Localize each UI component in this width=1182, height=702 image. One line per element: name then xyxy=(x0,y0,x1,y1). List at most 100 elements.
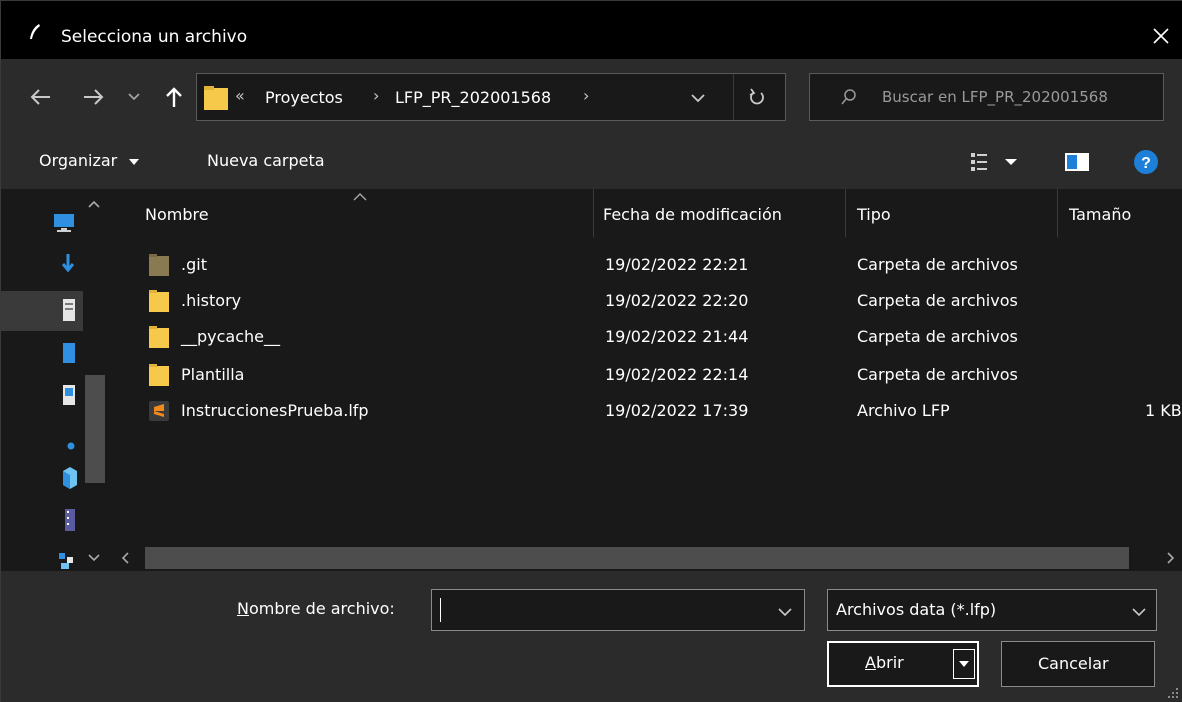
file-name: __pycache__ xyxy=(181,327,281,346)
folder-dark-icon xyxy=(149,254,169,276)
chevron-down-icon xyxy=(1132,608,1146,617)
search-placeholder: Buscar en LFP_PR_202001568 xyxy=(882,88,1108,106)
file-open-dialog: Selecciona un archivo « Proyectos › LFP_… xyxy=(0,0,1182,702)
cube-3d-objects-icon[interactable] xyxy=(63,465,77,489)
filetype-select[interactable]: Archivos data (*.lfp) xyxy=(827,589,1157,631)
navigation-bar: « Proyectos › LFP_PR_202001568 › Buscar … xyxy=(1,59,1182,135)
forward-button[interactable] xyxy=(79,81,107,113)
open-label-text: brir xyxy=(875,653,904,672)
caret-down-icon xyxy=(129,158,140,165)
file-modified: 19/02/2022 22:14 xyxy=(605,365,749,384)
sort-ascending-icon xyxy=(353,193,367,201)
music-icon[interactable] xyxy=(67,441,75,451)
recent-locations-button[interactable] xyxy=(125,81,143,113)
scroll-left-arrow-icon[interactable] xyxy=(121,547,131,569)
chevron-down-icon xyxy=(128,93,140,101)
column-header-modified[interactable]: Fecha de modificación xyxy=(603,205,782,224)
column-divider[interactable] xyxy=(845,189,846,237)
folder-icon xyxy=(204,86,228,110)
help-icon: ? xyxy=(1134,150,1158,174)
filename-label-accesskey: N xyxy=(237,599,249,618)
filetype-dropdown-arrow[interactable] xyxy=(1132,602,1146,621)
address-bar[interactable]: « Proyectos › LFP_PR_202001568 › xyxy=(196,73,786,121)
file-name: Plantilla xyxy=(181,365,245,384)
column-divider[interactable] xyxy=(593,189,594,237)
address-dropdown-button[interactable] xyxy=(691,88,705,107)
arrow-left-icon xyxy=(30,89,50,105)
window-title: Selecciona un archivo xyxy=(61,27,248,47)
back-button[interactable] xyxy=(27,81,55,113)
text-caret xyxy=(440,598,441,622)
file-name: .git xyxy=(181,255,207,274)
help-button[interactable]: ? xyxy=(1133,149,1159,179)
file-type: Carpeta de archivos xyxy=(857,365,1018,384)
videos-icon[interactable] xyxy=(65,509,75,531)
network-icon[interactable] xyxy=(59,553,75,569)
filename-input[interactable] xyxy=(431,589,805,631)
file-row-history[interactable]: .history 19/02/2022 22:20 Carpeta de arc… xyxy=(107,283,1182,319)
file-modified: 19/02/2022 22:21 xyxy=(605,255,749,274)
view-options-button[interactable] xyxy=(971,151,1021,177)
cancel-label: Cancelar xyxy=(1038,654,1109,673)
arrow-right-icon xyxy=(84,89,104,105)
column-header-name[interactable]: Nombre xyxy=(145,205,209,224)
search-box[interactable]: Buscar en LFP_PR_202001568 xyxy=(809,73,1164,121)
breadcrumb-overflow[interactable]: « xyxy=(235,86,245,105)
chevron-down-icon xyxy=(691,94,705,103)
nav-pane-scroll-thumb[interactable] xyxy=(85,375,105,483)
up-button[interactable] xyxy=(161,81,187,113)
open-label-accesskey: A xyxy=(865,653,876,672)
refresh-button[interactable] xyxy=(747,86,767,112)
this-pc-icon[interactable] xyxy=(53,213,75,233)
file-modified: 19/02/2022 17:39 xyxy=(605,401,749,420)
folder-icon xyxy=(149,364,169,386)
refresh-icon xyxy=(749,88,764,105)
desktop-icon[interactable] xyxy=(63,385,75,405)
column-header-size[interactable]: Tamaño xyxy=(1069,205,1131,224)
filename-label: Nombre de archivo: xyxy=(237,599,395,618)
filetype-value: Archivos data (*.lfp) xyxy=(836,600,997,619)
horizontal-scroll-thumb[interactable] xyxy=(145,547,1129,569)
file-size: 1 KB xyxy=(1145,401,1182,420)
folder-icon xyxy=(149,290,169,312)
preview-pane-button[interactable] xyxy=(1065,153,1089,175)
file-row-plantilla[interactable]: Plantilla 19/02/2022 22:14 Carpeta de ar… xyxy=(107,357,1182,393)
file-row-instrucciones[interactable]: InstruccionesPrueba.lfp 19/02/2022 17:39… xyxy=(107,393,1182,429)
command-bar: Organizar Nueva carpeta ? xyxy=(1,135,1182,189)
downloads-icon[interactable] xyxy=(61,253,75,275)
documents-icon[interactable] xyxy=(63,299,75,321)
preview-pane-icon xyxy=(1065,153,1089,171)
open-options-dropdown[interactable] xyxy=(953,649,975,679)
horizontal-scrollbar[interactable] xyxy=(107,545,1182,571)
svg-text:?: ? xyxy=(1141,155,1151,172)
file-type: Carpeta de archivos xyxy=(857,255,1018,274)
close-button[interactable] xyxy=(1141,19,1181,53)
scroll-down-arrow-icon[interactable] xyxy=(87,553,101,563)
organize-button[interactable]: Organizar xyxy=(39,151,140,170)
details-view-icon xyxy=(971,153,1017,171)
resize-grip-icon[interactable] xyxy=(1167,687,1179,699)
breadcrumb-separator-icon[interactable]: › xyxy=(373,86,379,105)
pictures-icon[interactable] xyxy=(63,343,75,363)
breadcrumb-item-current[interactable]: LFP_PR_202001568 xyxy=(395,88,551,107)
file-list-header: Nombre Fecha de modificación Tipo Tamaño xyxy=(107,189,1182,239)
title-bar[interactable]: Selecciona un archivo xyxy=(1,1,1182,59)
breadcrumb-item-proyectos[interactable]: Proyectos xyxy=(265,88,343,107)
open-button[interactable]: Abrir xyxy=(827,641,979,687)
column-header-type[interactable]: Tipo xyxy=(857,205,891,224)
caret-down-icon xyxy=(959,661,969,667)
column-divider[interactable] xyxy=(1057,189,1058,237)
arrow-up-icon xyxy=(166,87,182,107)
filename-label-text: ombre de archivo: xyxy=(248,599,395,618)
feather-icon xyxy=(30,24,40,39)
dialog-footer: Nombre de archivo: Archivos data (*.lfp)… xyxy=(1,571,1182,702)
filename-history-dropdown[interactable] xyxy=(778,602,792,621)
new-folder-button[interactable]: Nueva carpeta xyxy=(207,151,325,170)
cancel-button[interactable]: Cancelar xyxy=(1001,641,1155,687)
file-row-pycache[interactable]: __pycache__ 19/02/2022 21:44 Carpeta de … xyxy=(107,319,1182,355)
file-type: Archivo LFP xyxy=(857,401,950,420)
breadcrumb-separator-icon[interactable]: › xyxy=(583,86,589,105)
scroll-up-arrow-icon[interactable] xyxy=(87,199,101,209)
file-row-git[interactable]: .git 19/02/2022 22:21 Carpeta de archivo… xyxy=(107,247,1182,283)
scroll-right-arrow-icon[interactable] xyxy=(1165,547,1175,569)
